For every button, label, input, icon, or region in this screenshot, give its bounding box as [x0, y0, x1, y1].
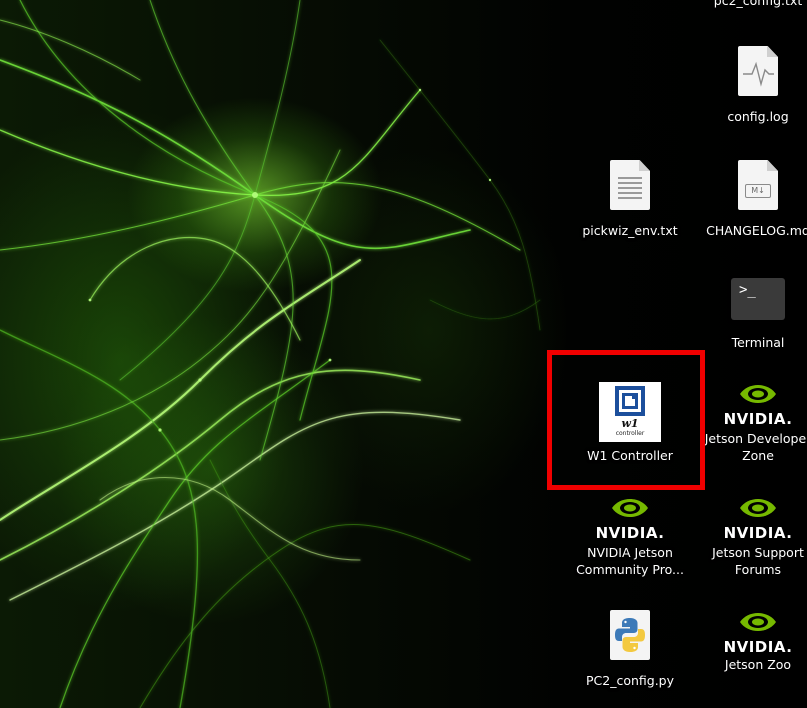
icon-label: pickwiz_env.txt [582, 223, 678, 238]
highlight-box [547, 350, 705, 490]
icon-label: Jetson Zoo [724, 657, 792, 672]
nvidia-icon: NVIDIA. [700, 496, 807, 546]
icon-label: NVIDIA Jetson Community Pro... [576, 545, 684, 577]
icon-label: Jetson Support Forums [712, 545, 804, 577]
icon-label: pc2_config.txt [713, 0, 803, 8]
icon-label: config.log [727, 109, 789, 124]
nvidia-wordmark: NVIDIA. [595, 524, 665, 542]
nvidia-icon: NVIDIA. [700, 382, 807, 432]
icon-label: Terminal [731, 335, 785, 350]
nvidia-icon: NVIDIA. [700, 610, 807, 660]
icon-label: CHANGELOG.md [706, 223, 807, 238]
nvidia-wordmark: NVIDIA. [723, 638, 793, 656]
markdown-file-icon: M↓ [738, 160, 778, 210]
terminal-prompt: >_ [731, 278, 785, 320]
text-file-icon [610, 160, 650, 210]
log-file-icon [738, 46, 778, 96]
nvidia-wordmark: NVIDIA. [723, 410, 793, 428]
icon-label: PC2_config.py [585, 673, 675, 688]
python-file-icon [610, 610, 650, 660]
icon-label: Jetson Developer Zone [704, 431, 807, 463]
desktop[interactable]: pc2_config.txt config.log pickwiz_env.tx… [0, 0, 807, 708]
markdown-badge: M↓ [745, 184, 771, 198]
nvidia-wordmark: NVIDIA. [723, 524, 793, 542]
nvidia-icon: NVIDIA. [572, 496, 688, 546]
terminal-icon: >_ [731, 278, 785, 320]
